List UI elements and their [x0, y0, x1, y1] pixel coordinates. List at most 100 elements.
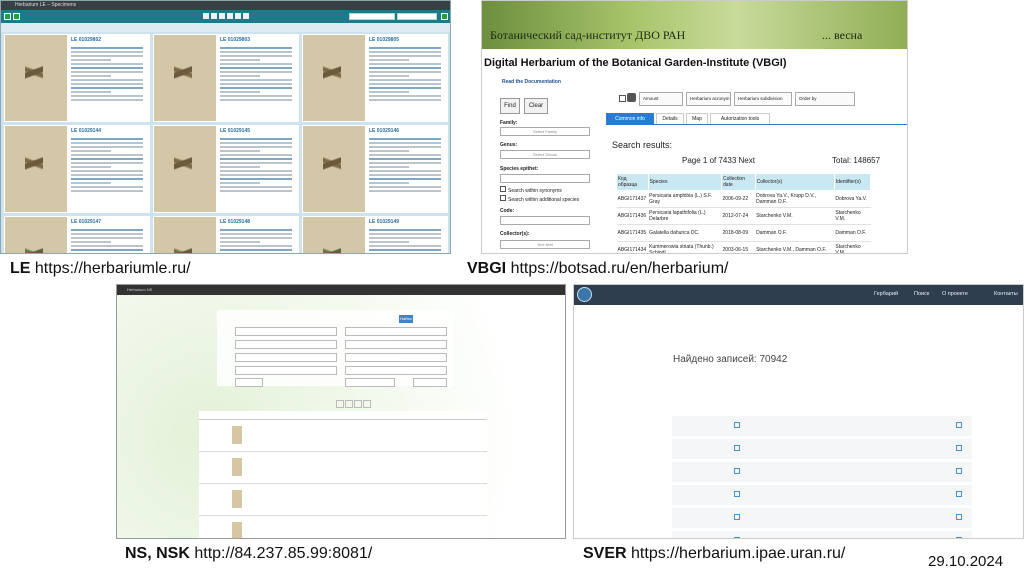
- vbgi-table-row[interactable]: ABGI171434 Kummerowia striata (Thunb.) Sc…: [616, 241, 871, 253]
- sver-result-row[interactable]: [672, 508, 972, 528]
- ns-field[interactable]: [235, 366, 337, 375]
- ns-pager-button[interactable]: [345, 400, 353, 408]
- sver-result-row[interactable]: [672, 462, 972, 482]
- le-specimen-image[interactable]: [5, 217, 67, 253]
- le-specimen-image[interactable]: [5, 35, 67, 121]
- caption-url[interactable]: https://herbarium.ipae.uran.ru/: [631, 545, 845, 562]
- le-specimen-card[interactable]: LE 01029149: [302, 216, 448, 253]
- le-pager-prev-button[interactable]: [211, 13, 217, 19]
- le-pager-next-button[interactable]: [235, 13, 241, 19]
- image-icon[interactable]: [956, 537, 962, 538]
- sver-nav-item[interactable]: Гербарий: [874, 291, 898, 297]
- le-specimen-card[interactable]: LE 01029145: [153, 125, 299, 213]
- le-search-input[interactable]: [349, 13, 395, 20]
- sver-nav-item[interactable]: Контакты: [994, 291, 1018, 297]
- ns-field[interactable]: [345, 327, 447, 336]
- le-pager-first-button[interactable]: [203, 13, 209, 19]
- le-specimen-id[interactable]: LE 01029803: [220, 37, 250, 43]
- caption-url[interactable]: https://botsad.ru/en/herbarium/: [511, 260, 729, 277]
- vbgi-clear-button[interactable]: Clear: [524, 98, 548, 114]
- vbgi-column-header[interactable]: Collection date: [721, 173, 756, 191]
- le-specimen-image[interactable]: [154, 217, 216, 253]
- vbgi-acronym-dropdown[interactable]: Herbarium acronym: [686, 92, 731, 106]
- ns-field[interactable]: [345, 378, 395, 387]
- image-icon[interactable]: [734, 445, 740, 451]
- le-filter-select[interactable]: [397, 13, 437, 20]
- ns-pager-button[interactable]: [354, 400, 362, 408]
- image-icon[interactable]: [734, 468, 740, 474]
- ns-field[interactable]: [345, 353, 447, 362]
- vbgi-collectors-input[interactable]: Text field: [500, 240, 590, 249]
- vbgi-read-docs-link[interactable]: Read the Documentation: [502, 79, 561, 85]
- image-icon[interactable]: [734, 537, 740, 538]
- le-specimen-card[interactable]: LE 01029805: [302, 34, 448, 122]
- vbgi-column-header[interactable]: Species: [647, 173, 723, 191]
- vbgi-column-header[interactable]: Identifier(s): [833, 173, 872, 191]
- caption-url[interactable]: https://herbariumle.ru/: [35, 260, 191, 277]
- sver-result-row[interactable]: [672, 439, 972, 459]
- sver-logo[interactable]: [577, 287, 592, 302]
- vbgi-select-all-checkbox[interactable]: [619, 95, 626, 102]
- ns-table-row[interactable]: [199, 484, 487, 516]
- le-specimen-card[interactable]: LE 01029147: [4, 216, 150, 253]
- vbgi-code-input[interactable]: [500, 216, 590, 225]
- vbgi-species-input[interactable]: [500, 174, 590, 183]
- ns-field[interactable]: [345, 340, 447, 349]
- le-specimen-image[interactable]: [154, 35, 216, 121]
- ns-table-row[interactable]: [199, 452, 487, 484]
- le-specimen-card[interactable]: LE 01029144: [4, 125, 150, 213]
- le-specimen-id[interactable]: LE 01029149: [369, 219, 399, 225]
- ns-field[interactable]: [235, 340, 337, 349]
- le-pager-page-button[interactable]: [219, 13, 225, 19]
- ns-specimen-thumbnail[interactable]: [232, 458, 242, 476]
- sver-result-row[interactable]: [672, 531, 972, 538]
- ns-pager-button[interactable]: [363, 400, 371, 408]
- image-icon[interactable]: [734, 514, 740, 520]
- le-specimen-id[interactable]: LE 01029805: [369, 37, 399, 43]
- le-search-button[interactable]: [441, 13, 448, 20]
- tab-autorization-tools[interactable]: Autorization tools: [710, 113, 770, 124]
- le-specimen-id[interactable]: LE 01029148: [220, 219, 250, 225]
- ns-specimen-thumbnail[interactable]: [232, 426, 242, 444]
- sver-result-row[interactable]: [672, 416, 972, 436]
- image-icon[interactable]: [956, 445, 962, 451]
- le-specimen-id[interactable]: LE 01029145: [220, 128, 250, 134]
- vbgi-column-header[interactable]: Код образца: [616, 173, 649, 191]
- vbgi-amount-dropdown[interactable]: Amount: [639, 92, 683, 106]
- le-specimen-image[interactable]: [303, 126, 365, 212]
- ns-specimen-thumbnail[interactable]: [232, 522, 242, 538]
- camera-icon[interactable]: [627, 93, 636, 102]
- vbgi-find-button[interactable]: Find: [500, 98, 520, 114]
- le-specimen-id[interactable]: LE 01029146: [369, 128, 399, 134]
- vbgi-table-row[interactable]: ABGI171437 Persicaria amphibia (L.) S.F. …: [616, 190, 871, 208]
- vbgi-subdivision-dropdown[interactable]: Herbarium subdivision: [734, 92, 792, 106]
- image-icon[interactable]: [956, 468, 962, 474]
- ns-field[interactable]: [235, 353, 337, 362]
- vbgi-family-select[interactable]: Select Family: [500, 127, 590, 136]
- le-specimen-card[interactable]: LE 01029802: [4, 34, 150, 122]
- le-specimen-id[interactable]: LE 01029144: [71, 128, 101, 134]
- image-icon[interactable]: [956, 422, 962, 428]
- le-specimen-image[interactable]: [303, 217, 365, 253]
- ns-search-button[interactable]: Найти: [399, 315, 413, 323]
- ns-field[interactable]: [345, 366, 447, 375]
- ns-table-row[interactable]: [199, 516, 487, 538]
- le-specimen-card[interactable]: LE 01029146: [302, 125, 448, 213]
- vbgi-column-header[interactable]: Collector(s): [754, 173, 835, 191]
- ns-field[interactable]: [413, 378, 447, 387]
- le-pager-last-button[interactable]: [243, 13, 249, 19]
- le-specimen-image[interactable]: [5, 126, 67, 212]
- ns-specimen-thumbnail[interactable]: [232, 490, 242, 508]
- le-specimen-card[interactable]: LE 01029803: [153, 34, 299, 122]
- vbgi-table-row[interactable]: ABGI171435 Galatella dahurica DC. 2018-08-…: [616, 224, 871, 242]
- tab-map[interactable]: Map: [686, 113, 708, 124]
- image-icon[interactable]: [956, 514, 962, 520]
- le-specimen-card[interactable]: LE 01029148: [153, 216, 299, 253]
- le-specimen-image[interactable]: [154, 126, 216, 212]
- sver-nav-item[interactable]: О проекте: [942, 291, 968, 297]
- vbgi-next-link[interactable]: Next: [739, 156, 755, 165]
- vbgi-additional-checkbox[interactable]: Search within additional species: [500, 195, 579, 203]
- vbgi-genus-select[interactable]: Select Genus: [500, 150, 590, 159]
- caption-url[interactable]: http://84.237.85.99:8081/: [194, 545, 372, 562]
- le-specimen-id[interactable]: LE 01029802: [71, 37, 101, 43]
